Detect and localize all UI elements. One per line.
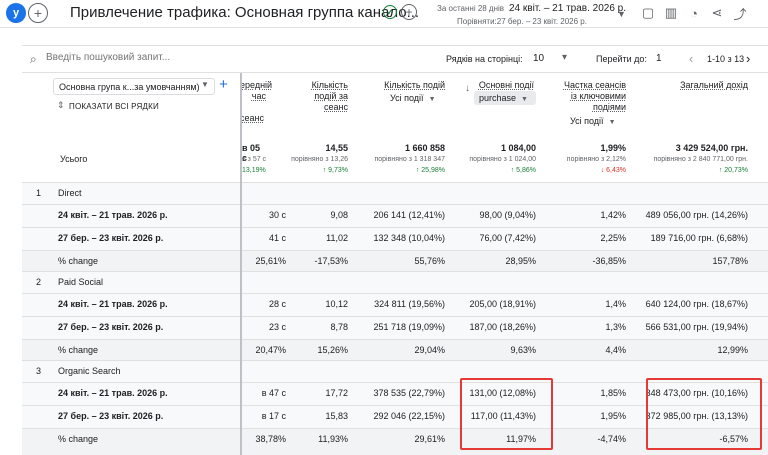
row-label: 27 бер. – 23 квіт. 2026 р. <box>58 322 164 332</box>
col-header-avg-time[interactable]: ередній час сеанс <box>240 80 272 124</box>
goto-page-input[interactable]: 1 <box>656 53 662 64</box>
table-row: % change 20,47% 15,26% 29,04% 9,63% 4,4%… <box>22 339 768 360</box>
table-row: 24 квіт. – 21 трав. 2026 р. 30 с 9,08 20… <box>22 204 768 227</box>
add-icon[interactable]: + <box>401 4 417 20</box>
chevron-left-icon[interactable]: ‹ <box>689 51 693 66</box>
date-compare-value[interactable]: Порівняти:27 бер. – 23 квіт. 2026 р. <box>457 17 587 26</box>
add-comparison-icon[interactable]: + <box>28 3 48 23</box>
total-revenue-compare: порівняно з 2 840 771,00 грн. <box>653 156 748 163</box>
col-header-total-revenue[interactable]: Загальний дохід <box>660 80 748 91</box>
total-label: Усього <box>60 154 88 164</box>
share-icon[interactable]: ⋖ <box>709 5 725 21</box>
table-row: 27 бер. – 23 квіт. 2026 р. 41 с 11,02 13… <box>22 227 768 250</box>
add-dimension-icon[interactable]: + <box>219 76 228 93</box>
event-filter-select-2[interactable]: Усі події ▼ <box>570 116 616 126</box>
row-label: % change <box>58 256 99 266</box>
table-row: % change 38,78% 11,93% 29,61% 11,97% -4,… <box>22 428 768 455</box>
row-label: 24 квіт. – 21 трав. 2026 р. <box>58 388 168 398</box>
total-key-event-rate: 1,99% <box>600 143 626 153</box>
goto-page-label: Перейти до: <box>596 54 647 64</box>
event-filter-select[interactable]: Усі події ▼ <box>390 93 436 103</box>
compare-icon[interactable]: ▥ <box>663 5 679 21</box>
report-header: у + Привлечение трафика: Основная группа… <box>0 0 768 28</box>
row-label: % change <box>58 434 99 444</box>
total-revenue-change: ↑ 20,73% <box>718 167 748 174</box>
rows-per-page-select[interactable]: 10 <box>533 53 544 64</box>
total-events-per-session-change: ↑ 9,73% <box>322 167 348 174</box>
account-avatar[interactable]: у <box>6 3 26 23</box>
chevron-down-icon[interactable]: ▼ <box>201 80 209 89</box>
col-header-events-per-session[interactable]: Кількість подій за сеанс <box>295 80 348 113</box>
table-row[interactable]: 1 Direct <box>22 182 768 204</box>
total-avg-time-change: 13,19% <box>242 167 266 174</box>
rows-per-page-label: Рядків на сторінці: <box>446 54 523 64</box>
row-label[interactable]: Paid Social <box>58 277 103 287</box>
table-row: 24 квіт. – 21 трав. 2026 р. 28 с 10,12 3… <box>22 293 768 316</box>
frozen-column-divider[interactable] <box>240 73 242 455</box>
total-events-per-session: 14,55 <box>325 143 348 153</box>
col-header-key-events[interactable]: Основні події <box>470 80 534 91</box>
table-row: % change 25,61% -17,53% 55,76% 28,95% -3… <box>22 250 768 271</box>
search-input[interactable] <box>46 52 246 63</box>
show-all-rows-button[interactable]: ПОКАЗАТИ ВСІ РЯДКИ <box>69 102 159 111</box>
row-label: 27 бер. – 23 квіт. 2026 р. <box>58 411 164 421</box>
table-row: 27 бер. – 23 квіт. 2026 р. в 17 с 15,83 … <box>22 405 768 428</box>
pagination-range: 1-10 з 13 <box>707 54 745 64</box>
row-label: 24 квіт. – 21 трав. 2026 р. <box>58 299 168 309</box>
page-title: Привлечение трафика: Основная группа кан… <box>70 4 420 21</box>
check-circle-icon[interactable]: ✓ <box>383 5 397 19</box>
chevron-right-icon[interactable]: › <box>746 51 750 66</box>
total-event-count-compare: порівняно з 1 318 347 <box>374 156 445 163</box>
expand-icon[interactable]: ⇕ <box>57 100 65 111</box>
total-events-per-session-compare: порівняно з 13,26 <box>291 156 348 163</box>
key-event-select[interactable]: purchase ▼ <box>474 91 536 105</box>
table-row: 24 квіт. – 21 трав. 2026 р. в 47 с 17,72… <box>22 382 768 405</box>
search-icon: ⌕ <box>30 52 37 66</box>
row-label[interactable]: Direct <box>58 188 82 198</box>
col-header-event-count[interactable]: Кількість подій <box>370 80 445 91</box>
total-event-count: 1 660 858 <box>404 143 445 153</box>
dimension-select[interactable]: Основна група к...за умовчанням) <box>53 78 215 95</box>
total-revenue: 3 429 524,00 грн. <box>675 143 748 153</box>
date-range-value[interactable]: 24 квіт. – 21 трав. 2026 р. <box>509 3 626 14</box>
total-event-count-change: ↑ 25,98% <box>415 167 445 174</box>
table-toolbar: ⌕ Рядків на сторінці: 10 ▾ Перейти до: 1… <box>22 45 768 73</box>
col-header-key-event-rate[interactable]: Частка сеансів із ключовими подіями <box>555 80 626 113</box>
total-avg-time-compare: в з 57 с <box>242 156 266 163</box>
insights-icon[interactable]: ◔ <box>686 5 702 21</box>
row-label: % change <box>58 345 99 355</box>
total-key-events-compare: порівняно з 1 024,00 <box>469 156 536 163</box>
trend-icon[interactable]: ⤴ <box>732 5 748 22</box>
date-range-label[interactable]: За останні 28 днів <box>437 4 504 13</box>
table-row[interactable]: 2 Paid Social <box>22 271 768 293</box>
table-row[interactable]: 3 Organic Search <box>22 360 768 382</box>
chevron-down-icon[interactable]: ▼ <box>617 9 626 19</box>
total-key-event-rate-compare: порівняно з 2,12% <box>566 156 626 163</box>
row-label: 27 бер. – 23 квіт. 2026 р. <box>58 233 164 243</box>
row-label[interactable]: Organic Search <box>58 366 121 376</box>
edit-report-icon[interactable]: ▢ <box>640 5 656 21</box>
chevron-down-icon[interactable]: ▾ <box>562 52 567 63</box>
table-row: 27 бер. – 23 квіт. 2026 р. 23 с 8,78 251… <box>22 316 768 339</box>
total-key-events: 1 084,00 <box>500 143 536 153</box>
total-key-events-change: ↑ 5,86% <box>510 167 536 174</box>
total-key-event-rate-change: ↓ 6,43% <box>600 167 626 174</box>
row-label: 24 квіт. – 21 трав. 2026 р. <box>58 210 168 220</box>
